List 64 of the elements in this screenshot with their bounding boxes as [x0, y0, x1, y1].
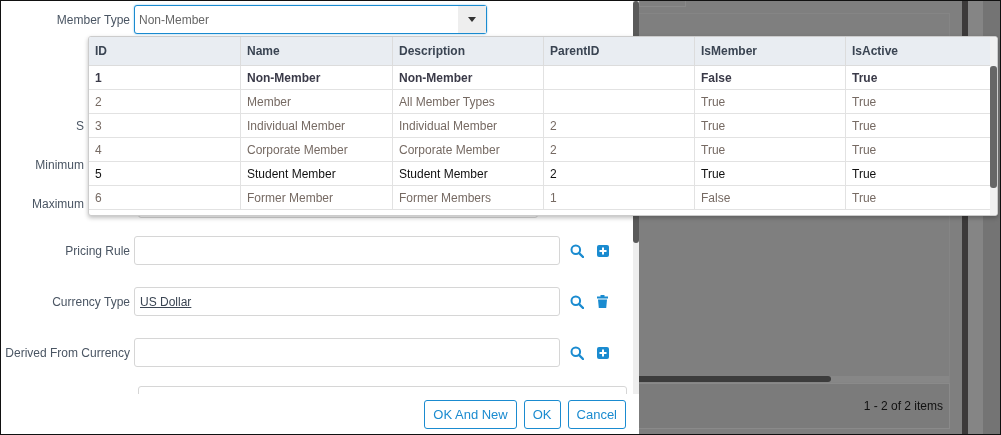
- field-label: Minimum: [35, 157, 84, 172]
- field-label: Member Type: [56, 12, 130, 27]
- currency-link[interactable]: US Dollar: [140, 294, 192, 309]
- lookup-field[interactable]: [134, 338, 560, 367]
- grid-row[interactable]: 5 Student Member Student Member 2 True True: [89, 162, 990, 186]
- table-cell: Individual Member: [240, 114, 392, 137]
- table-cell: False: [694, 186, 845, 209]
- search-icon[interactable]: [570, 345, 584, 360]
- field-label: Maximum: [32, 196, 84, 211]
- table-cell-text: 4: [94, 141, 103, 159]
- add-icon[interactable]: [597, 244, 609, 257]
- caret-icon: [468, 17, 476, 22]
- table-cell: True: [694, 138, 845, 161]
- column-header[interactable]: Description: [392, 37, 543, 65]
- column-header[interactable]: ParentID: [543, 37, 694, 65]
- table-cell: All Member Types: [392, 90, 543, 113]
- table-cell: Individual Member: [392, 114, 543, 137]
- column-header[interactable]: ID: [89, 37, 240, 65]
- table-cell-text: 5: [94, 165, 103, 183]
- member-type-dropdown[interactable]: Non-Member: [134, 5, 487, 34]
- grid-row[interactable]: 1 Non-Member Non-Member False True: [89, 66, 990, 90]
- column-header[interactable]: IsMember: [694, 37, 845, 65]
- field-label: Derived From Currency: [5, 345, 130, 360]
- grid-row[interactable]: 3 Individual Member Individual Member 2 True True: [89, 114, 990, 138]
- table-cell: 2: [543, 138, 694, 161]
- table-cell: Non-Member: [392, 66, 543, 89]
- table-cell: Non-Member: [240, 66, 392, 89]
- grid-row[interactable]: 6 Former Member Former Members 1 False True: [89, 186, 990, 210]
- dialog-button[interactable]: OK And New: [424, 399, 517, 429]
- table-cell: 2: [543, 114, 694, 137]
- scrollbar-thumb[interactable]: [639, 376, 831, 382]
- grid-row[interactable]: 4 Corporate Member Corporate Member 2 True True: [89, 138, 990, 162]
- table-cell: Student Member: [392, 162, 543, 185]
- search-icon[interactable]: [570, 243, 584, 258]
- table-cell: 2: [543, 162, 694, 185]
- trash-icon[interactable]: [597, 295, 608, 308]
- table-cell: True: [694, 162, 845, 185]
- column-header[interactable]: Name: [240, 37, 392, 65]
- table-cell: False: [694, 66, 845, 89]
- table-cell-text: 1: [94, 69, 103, 87]
- lookup-field[interactable]: [134, 236, 560, 265]
- table-cell-text: 6: [94, 189, 103, 207]
- table-cell: Former Member: [240, 186, 392, 209]
- table-cell: Corporate Member: [392, 138, 543, 161]
- lookup-field[interactable]: US Dollar: [134, 287, 560, 316]
- table-cell: 1: [543, 186, 694, 209]
- dialog-button[interactable]: OK: [523, 399, 561, 429]
- field-label: Currency Type: [52, 294, 130, 309]
- table-cell-text: 2: [94, 93, 103, 111]
- table-cell: Corporate Member: [240, 138, 392, 161]
- search-icon[interactable]: [570, 294, 584, 309]
- field-label: Pricing Rule: [65, 243, 130, 258]
- add-icon[interactable]: [597, 346, 609, 359]
- pager-info: 1 - 2 of 2 items: [863, 399, 943, 413]
- table-cell: Member: [240, 90, 392, 113]
- scrollbar-thumb[interactable]: [990, 66, 997, 188]
- table-cell: True: [694, 114, 845, 137]
- grid-row[interactable]: 2 Member All Member Types True True: [89, 90, 990, 114]
- field-label: S: [76, 118, 84, 133]
- table-cell: Former Members: [392, 186, 543, 209]
- table-cell: True: [694, 90, 845, 113]
- dialog-button[interactable]: Cancel: [567, 399, 626, 429]
- table-cell-text: 3: [94, 117, 103, 135]
- table-cell: Student Member: [240, 162, 392, 185]
